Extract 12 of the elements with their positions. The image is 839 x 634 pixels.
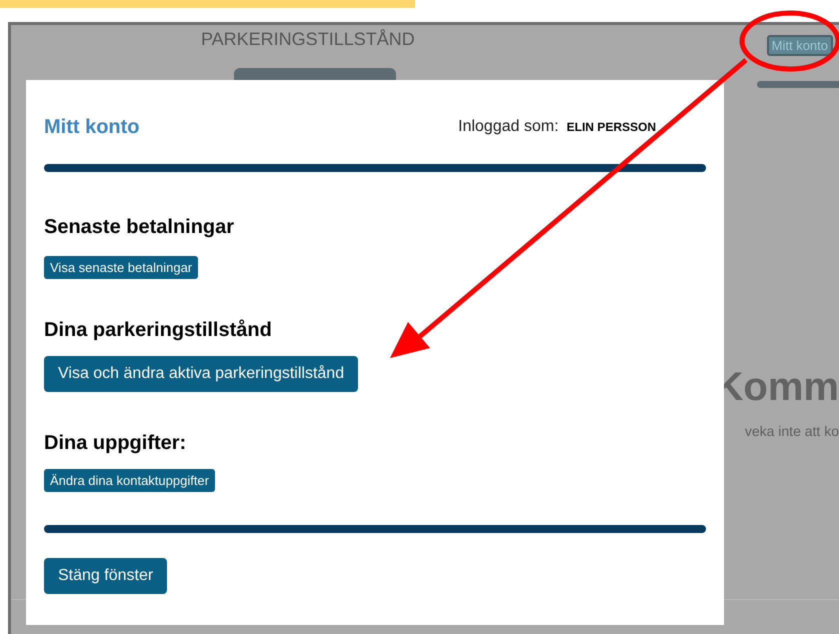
close-button[interactable]: Stäng fönster: [44, 558, 168, 594]
page-title: PARKERINGSTILLSTÅND: [201, 29, 415, 50]
section-heading: Dina parkeringstillstånd: [44, 319, 273, 342]
modal-title: Mitt konto: [44, 116, 140, 138]
user-name: ELIN PERSSON: [566, 120, 656, 134]
section-button[interactable]: Visa senaste betalningar: [44, 256, 198, 279]
background-text: veka inte att ko: [744, 423, 839, 439]
section-heading: Dina uppgifter:: [44, 432, 188, 455]
logged-in-label: Inloggad som:: [458, 118, 559, 136]
section-button[interactable]: Visa och ändra aktiva parkeringstillstånd: [44, 356, 358, 392]
section-heading: Senaste betalningar: [44, 216, 236, 239]
section-button[interactable]: Ändra dina kontaktuppgifter: [44, 469, 215, 492]
